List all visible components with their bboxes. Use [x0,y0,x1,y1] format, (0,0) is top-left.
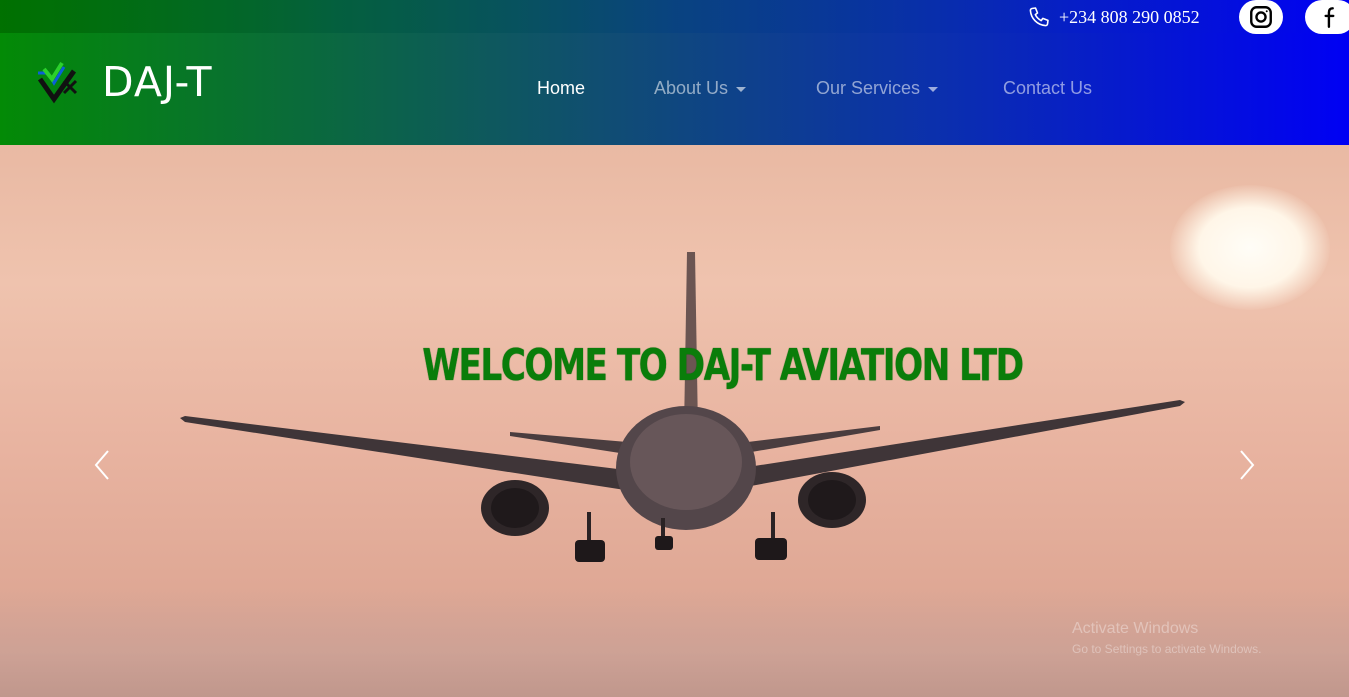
instagram-link[interactable] [1239,0,1283,34]
nav-contact-us[interactable]: Contact Us [1003,78,1092,99]
caret-down-icon [928,87,939,92]
watermark-title: Activate Windows [1072,620,1199,637]
chevron-right-icon[interactable] [1236,448,1258,482]
hero-title: WELCOME TO DAJ-T AVIATION LTD [422,340,1024,391]
nav-our-services[interactable]: Our Services [816,78,939,99]
daj-t-logo-icon [37,61,78,104]
brand-name[interactable]: DAJ-T [102,58,213,106]
sun-glow [1170,185,1330,310]
brand[interactable]: DAJ-T [34,58,213,106]
instagram-icon [1250,6,1272,28]
facebook-icon [1324,7,1335,28]
phone-number[interactable]: +234 808 290 0852 [1059,7,1200,28]
caret-down-icon [736,87,747,92]
nav-contact-us-label: Contact Us [1003,78,1093,98]
nav-home-label: Home [537,78,586,98]
watermark-subtitle: Go to Settings to activate Windows. [1072,642,1262,656]
nav-about-us[interactable]: About Us [654,78,747,99]
hero-carousel: WELCOME TO DAJ-T AVIATION LTD Activate W… [0,145,1349,697]
site-header: +234 808 290 0852 DAJ-T Home About Us Ou… [0,0,1349,145]
nav-our-services-label: Our Services [816,78,921,98]
facebook-link[interactable] [1305,0,1349,34]
activate-windows-watermark: Activate Windows Go to Settings to activ… [1072,620,1261,656]
nav-home[interactable]: Home [537,78,585,99]
airplane-image [180,252,1185,562]
chevron-left-icon[interactable] [91,448,113,482]
phone-icon [1029,7,1049,27]
phone-contact[interactable]: +234 808 290 0852 [1027,4,1200,30]
nav-about-us-label: About Us [654,78,729,98]
